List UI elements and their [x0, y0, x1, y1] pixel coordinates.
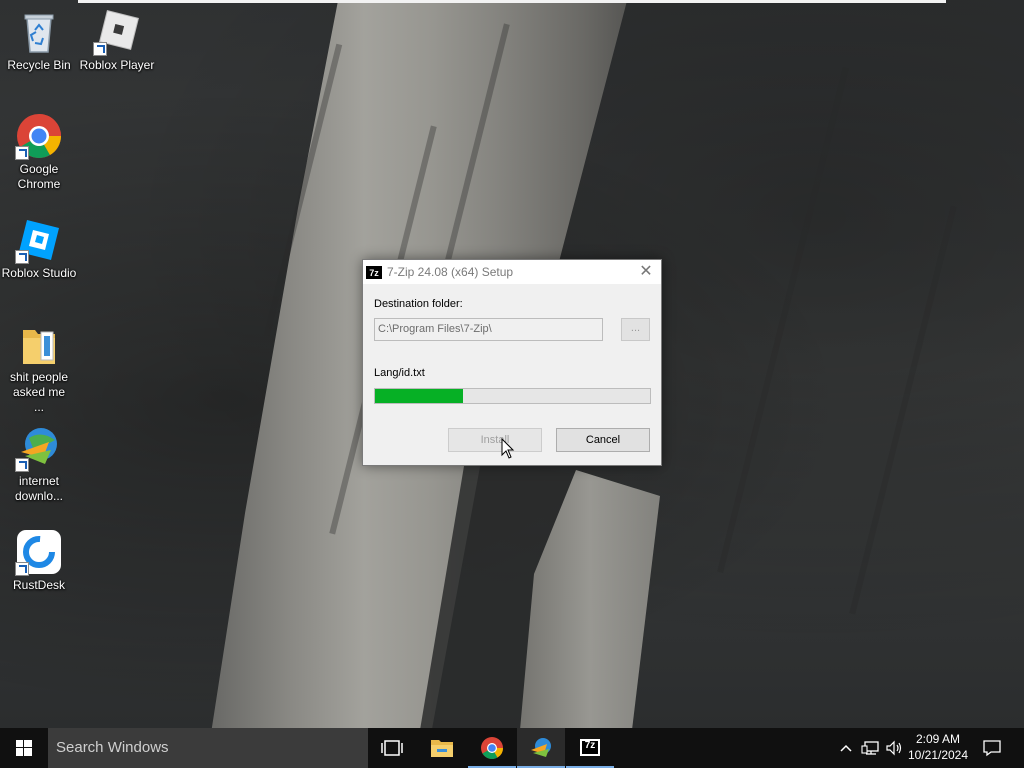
- current-file-label: Lang/id.txt: [374, 367, 425, 379]
- setup-dialog: 7z 7-Zip 24.08 (x64) Setup ✕ Destination…: [362, 259, 662, 466]
- search-input[interactable]: Search Windows: [48, 728, 368, 768]
- taskbar-internet-download-manager[interactable]: [517, 728, 565, 768]
- windows-logo-icon: [16, 740, 32, 756]
- taskbar-7zip-setup[interactable]: 7z: [566, 728, 614, 768]
- 7zip-logo-icon: 7z: [366, 265, 382, 279]
- desktop-icon-label: Roblox Studio: [1, 266, 77, 280]
- shortcut-arrow-icon: [15, 146, 29, 160]
- desktop-icon-recycle-bin[interactable]: Recycle Bin: [1, 8, 77, 73]
- taskbar: Search Windows 7z 2:09 AM 10/21/2024: [0, 728, 1024, 768]
- desktop-icon-internet-download-manager[interactable]: internet downlo...: [1, 424, 77, 504]
- desktop-icon-roblox-player[interactable]: Roblox Player: [79, 8, 155, 73]
- window-edge-strip: [78, 0, 946, 3]
- install-progress-bar: [374, 388, 651, 404]
- wallpaper-crack: [717, 66, 849, 574]
- internet-download-manager-icon: [15, 424, 63, 472]
- file-explorer-icon: [431, 740, 453, 757]
- shortcut-arrow-icon: [93, 42, 107, 56]
- chrome-icon: [15, 112, 63, 160]
- shortcut-arrow-icon: [15, 250, 29, 264]
- notification-center-icon[interactable]: [982, 739, 1002, 757]
- roblox-player-icon: [93, 8, 141, 56]
- speaker-icon[interactable]: [885, 740, 905, 756]
- install-button[interactable]: Install: [448, 428, 542, 452]
- desktop-icon-label: Roblox Player: [79, 58, 155, 72]
- desktop-icon-label: RustDesk: [12, 578, 65, 592]
- task-view-icon: [381, 740, 403, 756]
- start-button[interactable]: [0, 728, 48, 768]
- desktop-icon-google-chrome[interactable]: Google Chrome: [1, 112, 77, 192]
- desktop-icon-roblox-studio[interactable]: Roblox Studio: [1, 216, 77, 281]
- wallpaper-crack: [849, 205, 957, 615]
- rustdesk-icon: [15, 528, 63, 576]
- install-progress-fill: [375, 389, 463, 403]
- close-button[interactable]: ✕: [631, 260, 661, 284]
- clock-time: 2:09 AM: [915, 732, 961, 746]
- dialog-titlebar[interactable]: 7z 7-Zip 24.08 (x64) Setup ✕: [363, 260, 661, 284]
- desktop-icon-label: Recycle Bin: [7, 58, 71, 72]
- desktop-icon-label: internet downlo...: [14, 474, 64, 503]
- desktop-icon-folder[interactable]: shit people asked me ...: [1, 320, 77, 415]
- roblox-studio-icon: [15, 216, 63, 264]
- desktop-icon-rustdesk[interactable]: RustDesk: [1, 528, 77, 593]
- folder-icon: [15, 320, 63, 368]
- network-icon[interactable]: [861, 740, 881, 756]
- recycle-bin-icon: [15, 8, 63, 56]
- system-clock[interactable]: 2:09 AM 10/21/2024: [903, 731, 973, 763]
- mouse-cursor-icon: [501, 438, 515, 459]
- browse-button[interactable]: ...: [621, 318, 650, 341]
- shortcut-arrow-icon: [15, 458, 29, 472]
- taskbar-task-view[interactable]: [368, 728, 416, 768]
- desktop-icon-label: Google Chrome: [17, 162, 61, 191]
- chevron-up-icon[interactable]: [838, 740, 854, 756]
- internet-download-manager-icon: [531, 738, 551, 757]
- taskbar-google-chrome[interactable]: [468, 728, 516, 768]
- destination-folder-field[interactable]: C:\Program Files\7-Zip\: [374, 318, 603, 341]
- taskbar-file-explorer[interactable]: [418, 728, 466, 768]
- chrome-icon: [481, 737, 503, 759]
- cancel-button[interactable]: Cancel: [556, 428, 650, 452]
- destination-folder-label: Destination folder:: [374, 298, 463, 310]
- desktop-icon-label: shit people asked me ...: [9, 370, 69, 414]
- 7zip-icon-text: 7z: [584, 740, 596, 751]
- clock-date: 10/21/2024: [907, 748, 969, 762]
- shortcut-arrow-icon: [15, 562, 29, 576]
- dialog-title: 7-Zip 24.08 (x64) Setup: [387, 265, 514, 279]
